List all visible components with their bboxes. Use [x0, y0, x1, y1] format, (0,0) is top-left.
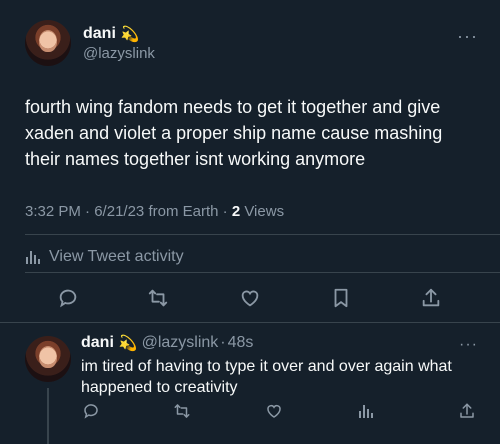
tweet-text: fourth wing fandom needs to get it toget… [25, 97, 443, 169]
reply-actions [0, 400, 500, 424]
dizzy-emoji-icon: 💫 [118, 335, 138, 352]
analytics-icon[interactable] [355, 400, 377, 422]
share-icon[interactable] [456, 400, 478, 422]
reply-icon[interactable] [56, 286, 80, 310]
tweet-detail-page: dani 💫 @lazyslink ··· fourth wing fandom… [0, 0, 500, 444]
divider [0, 322, 500, 323]
views-label: Views [244, 203, 285, 220]
reply-author: dani 💫 @lazyslink · 48s [81, 334, 253, 352]
reply-text: im tired of having to type it over and o… [81, 358, 452, 396]
divider [25, 272, 500, 273]
reply-separator: · [220, 334, 226, 351]
meta-separator: · [222, 203, 228, 220]
author-handle[interactable]: @lazyslink [83, 45, 155, 62]
retweet-icon[interactable] [171, 400, 193, 422]
display-name[interactable]: dani [83, 25, 116, 43]
retweet-icon[interactable] [146, 286, 170, 310]
tweet-meta: 3:32 PM · 6/21/23 from Earth · 2 Views [25, 203, 284, 220]
reply-time[interactable]: 48s [228, 334, 254, 352]
tweet-time[interactable]: 3:32 PM [25, 203, 81, 220]
display-name-row: dani 💫 [83, 25, 155, 43]
avatar[interactable] [25, 20, 71, 66]
reply-display-name[interactable]: dani [81, 334, 114, 352]
bookmark-icon[interactable] [329, 286, 353, 310]
tweet-date[interactable]: 6/21/23 [94, 203, 144, 220]
views-count: 2 [231, 203, 241, 220]
divider [25, 234, 500, 235]
tweet-author[interactable]: dani 💫 @lazyslink [25, 20, 155, 66]
author-names: dani 💫 @lazyslink [83, 25, 155, 62]
heart-icon[interactable] [263, 400, 285, 422]
more-options-icon[interactable]: ··· [457, 26, 478, 47]
analytics-icon [25, 249, 41, 265]
meta-separator: · [85, 203, 91, 220]
view-tweet-activity-link[interactable]: View Tweet activity [25, 248, 184, 266]
tweet-actions [0, 281, 500, 315]
activity-label: View Tweet activity [49, 248, 184, 265]
dizzy-emoji-icon: 💫 [120, 25, 140, 43]
reply-icon[interactable] [80, 400, 102, 422]
tweet-source: from Earth [148, 203, 219, 220]
reply-avatar[interactable] [25, 336, 71, 382]
heart-icon[interactable] [238, 286, 262, 310]
share-icon[interactable] [419, 286, 443, 310]
more-options-icon[interactable]: ··· [459, 336, 478, 354]
reply-handle[interactable]: @lazyslink [142, 334, 219, 352]
